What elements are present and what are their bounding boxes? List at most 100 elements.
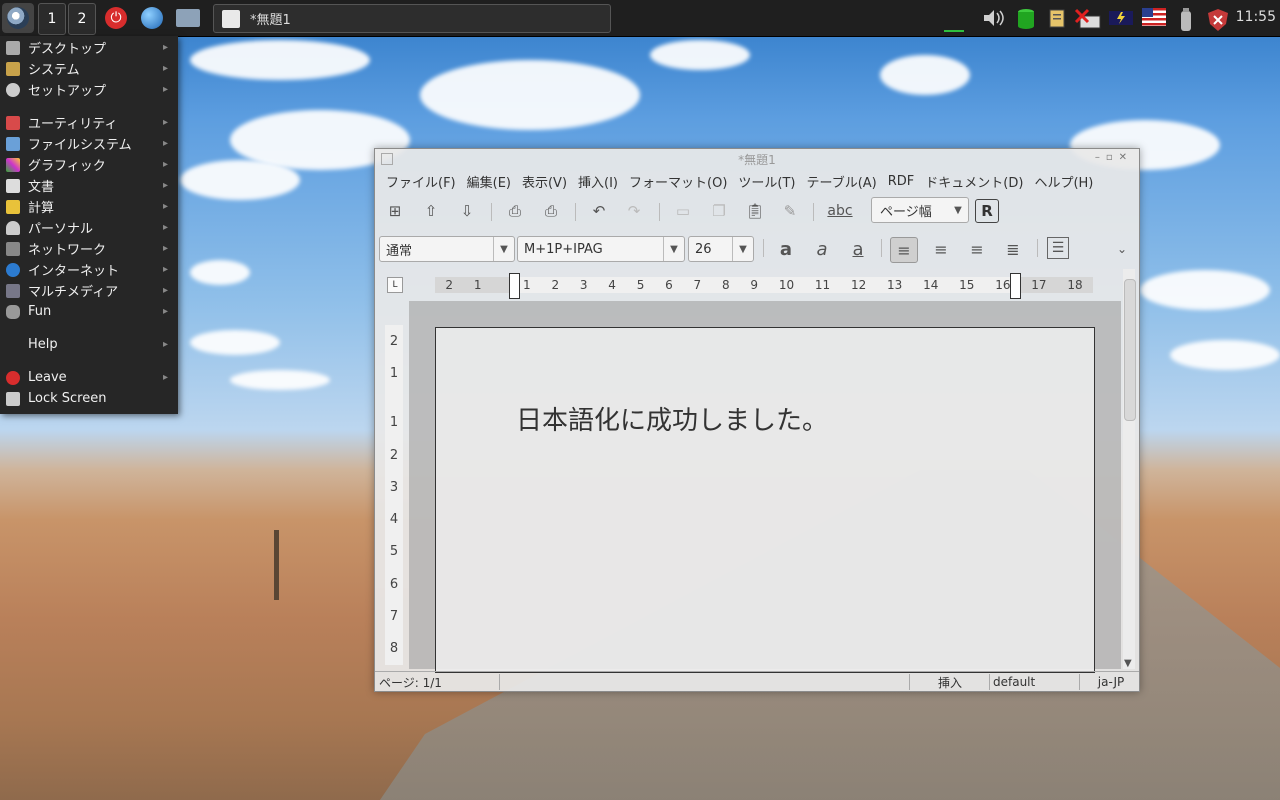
reveal-codes-icon[interactable]: R [975,199,999,223]
horizontal-ruler[interactable]: 2 1 1 2 3 4 5 6 7 8 9 10 11 12 13 14 15 … [435,273,1093,299]
menu-item-fun[interactable]: Fun ▸ [0,301,178,322]
menu-view[interactable]: 表示(V) [522,172,567,191]
font-family-select[interactable]: M+1P+IPAG ▼ [517,236,685,262]
font-size-select[interactable]: 26 ▼ [688,236,754,262]
menu-item-personal[interactable]: パーソナル ▸ [0,217,178,238]
align-center-button[interactable]: ≡ [928,237,954,261]
menu-label: Help [28,337,58,352]
left-margin-handle[interactable] [509,273,520,299]
activity-indicator [944,30,964,32]
chevron-right-icon: ▸ [162,159,168,170]
spellcheck-icon[interactable]: abc [825,200,855,222]
network-disconnected-icon[interactable] [1074,8,1104,29]
menu-item-internet[interactable]: インターネット ▸ [0,259,178,280]
status-language[interactable]: ja-JP [1083,674,1139,690]
workspace-2-button[interactable]: 2 [68,3,96,35]
menu-table[interactable]: テーブル(A) [807,172,877,191]
volume-icon[interactable] [982,8,1006,28]
paste-icon[interactable]: 📋︎ [744,200,766,222]
italic-button[interactable]: a [809,237,835,261]
numbered-list-button[interactable]: ☰ [1047,237,1069,259]
print-icon[interactable]: ⎙ [504,200,526,222]
new-document-icon[interactable]: ⊞ [384,200,406,222]
status-insert-mode[interactable]: 挿入 [911,674,990,690]
close-icon[interactable]: ✕ [1119,152,1133,163]
chevron-right-icon: ▸ [162,180,168,191]
menu-item-calculation[interactable]: 計算 ▸ [0,196,178,217]
cut-icon[interactable]: ▭ [672,200,694,222]
menu-item-network[interactable]: ネットワーク ▸ [0,238,178,259]
taskbar-task-writer[interactable]: *無題1 [213,4,611,33]
document-text[interactable]: 日本語化に成功しました。 [516,400,828,437]
zoom-select[interactable]: ページ幅 ▼ [871,197,969,223]
print-preview-icon[interactable]: ⎙ [540,200,562,222]
scroll-down-icon[interactable]: ▼ [1124,658,1132,669]
vertical-scrollbar[interactable]: ▼ [1123,269,1136,669]
menu-item-documents[interactable]: 文書 ▸ [0,175,178,196]
chevron-down-icon: ▼ [663,237,684,261]
bold-button[interactable]: a [773,237,799,261]
multimedia-icon [6,283,20,298]
menu-format[interactable]: フォーマット(O) [629,172,727,191]
database-icon[interactable] [1016,8,1036,29]
document-page[interactable]: 日本語化に成功しました。 [435,327,1095,673]
menu-item-lock-screen[interactable]: Lock Screen [0,388,178,409]
scrollbar-thumb[interactable] [1124,279,1136,421]
chevron-right-icon: ▸ [162,222,168,233]
chevron-right-icon: ▸ [162,339,168,350]
browser-launcher[interactable] [138,3,166,33]
paragraph-style-select[interactable]: 通常 ▼ [379,236,515,262]
window-titlebar[interactable]: *無題1 –▫✕ [375,149,1139,169]
menu-item-setup[interactable]: セットアップ ▸ [0,79,178,100]
menu-label: セットアップ [28,84,107,99]
menu-label: グラフィック [28,159,106,174]
toolbar-overflow-chevron-icon[interactable]: ⌄ [1109,237,1135,261]
underline-button[interactable]: a [845,237,871,261]
power-button[interactable]: ⏻ [102,3,130,33]
menu-item-system[interactable]: システム ▸ [0,58,178,79]
vertical-ruler[interactable]: 2 1 1 2 3 4 5 6 7 8 [385,325,403,665]
save-icon[interactable]: ⇩ [456,200,478,222]
start-menu-button[interactable] [2,3,34,33]
maximize-icon[interactable]: ▫ [1106,152,1119,163]
align-justify-button[interactable]: ≣ [1000,237,1026,261]
gear-icon [6,82,20,97]
menu-item-graphics[interactable]: グラフィック ▸ [0,154,178,175]
menu-item-utility[interactable]: ユーティリティ ▸ [0,112,178,133]
battery-power-icon[interactable] [1108,8,1134,28]
menu-item-multimedia[interactable]: マルチメディア ▸ [0,280,178,301]
menu-item-desktop[interactable]: デスクトップ ▸ [0,37,178,58]
menu-insert[interactable]: 挿入(I) [578,172,618,191]
redo-icon[interactable]: ↷ [623,200,645,222]
open-icon[interactable]: ⇧ [420,200,442,222]
copy-icon[interactable]: ❐ [708,200,730,222]
right-margin-handle[interactable] [1010,273,1021,299]
menu-item-filesystem[interactable]: ファイルシステム ▸ [0,133,178,154]
workspace-1-button[interactable]: 1 [38,3,66,35]
window-menu-icon[interactable] [381,153,393,165]
minimize-icon[interactable]: – [1095,152,1106,163]
file-manager-launcher[interactable] [172,3,204,33]
zoom-value: ページ幅 [880,204,932,220]
clock[interactable]: 11:55 [1236,9,1276,25]
menu-item-help[interactable]: Help ▸ [0,334,178,355]
us-flag-keyboard-icon[interactable] [1142,8,1166,28]
chevron-right-icon: ▸ [162,84,168,95]
menu-file[interactable]: ファイル(F) [386,172,456,191]
menu-help[interactable]: ヘルプ(H) [1034,172,1093,191]
menu-tools[interactable]: ツール(T) [738,172,795,191]
tab-stop-selector[interactable]: L [387,277,403,293]
align-left-button[interactable]: ≡ [890,237,918,263]
menu-edit[interactable]: 編集(E) [467,172,511,191]
clipboard-icon[interactable] [1048,8,1066,28]
chevron-right-icon: ▸ [162,63,168,74]
menu-rdf[interactable]: RDF [888,174,915,189]
firewall-shield-icon[interactable] [1206,8,1230,31]
menu-document[interactable]: ドキュメント(D) [925,172,1023,191]
gamepad-icon [6,304,20,319]
undo-icon[interactable]: ↶ [588,200,610,222]
menu-item-leave[interactable]: Leave ▸ [0,367,178,388]
align-right-button[interactable]: ≡ [964,237,990,261]
format-paintbrush-icon[interactable]: ✎ [779,200,801,222]
trash-icon[interactable] [1178,8,1194,31]
